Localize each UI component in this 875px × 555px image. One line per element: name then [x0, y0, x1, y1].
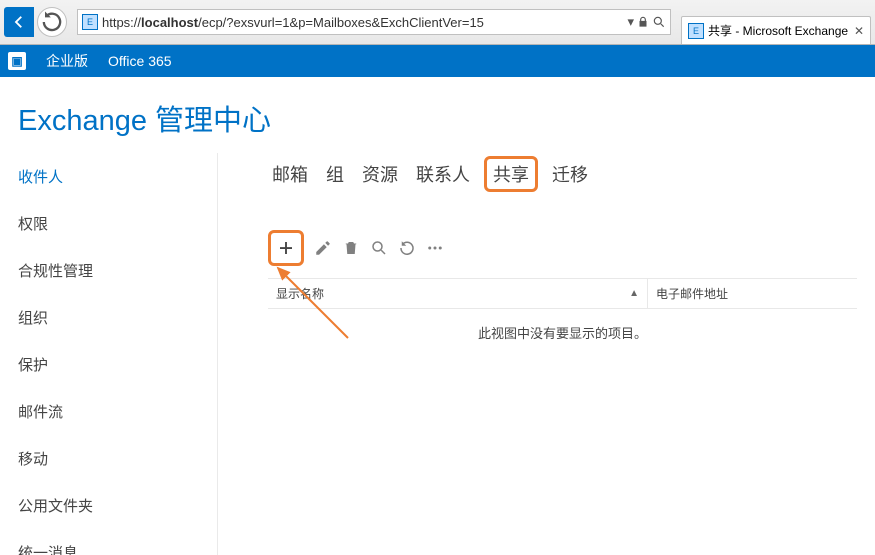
- tab-resources[interactable]: 资源: [358, 159, 402, 189]
- app-ribbon: ▣ 企业版 Office 365: [0, 45, 875, 77]
- content-area: 收件人 权限 合规性管理 组织 保护 邮件流 移动 公用文件夹 统一消息 邮箱 …: [18, 153, 857, 555]
- column-header-displayname[interactable]: 显示名称 ▲: [268, 279, 648, 308]
- search-button[interactable]: [370, 239, 388, 257]
- tab-contacts[interactable]: 联系人: [412, 159, 474, 189]
- sort-asc-icon: ▲: [629, 288, 639, 299]
- plus-icon: [277, 239, 295, 257]
- dropdown-icon[interactable]: ▾: [627, 14, 634, 30]
- sidebar-item-label: 合规性管理: [18, 263, 93, 280]
- tab-mailbox[interactable]: 邮箱: [268, 159, 312, 189]
- sidebar-item-label: 统一消息: [18, 545, 78, 555]
- address-bar[interactable]: E https://localhost/ecp/?exsvurl=1&p=Mai…: [77, 9, 671, 35]
- sidebar-item-mailflow[interactable]: 邮件流: [18, 388, 217, 435]
- more-button[interactable]: [426, 239, 444, 257]
- edition-label: 企业版: [46, 51, 88, 71]
- main-panel: 邮箱 组 资源 联系人 共享 迁移: [218, 153, 857, 356]
- sidebar-item-label: 邮件流: [18, 404, 63, 421]
- sidebar-item-recipients[interactable]: 收件人: [18, 153, 217, 200]
- search-icon[interactable]: [652, 15, 666, 29]
- trash-icon: [342, 239, 360, 257]
- sidebar-item-compliance[interactable]: 合规性管理: [18, 247, 217, 294]
- add-button[interactable]: [277, 239, 295, 257]
- sidebar-item-permissions[interactable]: 权限: [18, 200, 217, 247]
- sidebar: 收件人 权限 合规性管理 组织 保护 邮件流 移动 公用文件夹 统一消息: [18, 153, 218, 555]
- edit-button[interactable]: [314, 239, 332, 257]
- sidebar-item-label: 公用文件夹: [18, 498, 93, 515]
- browser-tab[interactable]: E 共享 - Microsoft Exchange ✕: [681, 16, 871, 44]
- refresh-button[interactable]: [398, 239, 416, 257]
- toolbar: [268, 230, 857, 266]
- sidebar-item-organization[interactable]: 组织: [18, 294, 217, 341]
- page-body: Exchange 管理中心 收件人 权限 合规性管理 组织 保护 邮件流 移动 …: [0, 77, 875, 555]
- grid-header-row: 显示名称 ▲ 电子邮件地址: [268, 279, 857, 309]
- sidebar-item-public-folders[interactable]: 公用文件夹: [18, 482, 217, 529]
- nav-button-group: [4, 7, 67, 37]
- delete-button[interactable]: [342, 239, 360, 257]
- ellipsis-icon: [426, 239, 444, 257]
- column-header-email[interactable]: 电子邮件地址: [648, 279, 857, 308]
- sidebar-item-mobile[interactable]: 移动: [18, 435, 217, 482]
- url-text: https://localhost/ecp/?exsvurl=1&p=Mailb…: [102, 15, 623, 30]
- tab-title: 共享 - Microsoft Exchange: [708, 22, 848, 39]
- tab-favicon-icon: E: [688, 23, 704, 39]
- search-icon: [370, 239, 388, 257]
- refresh-icon: [398, 239, 416, 257]
- grid-empty-message: 此视图中没有要显示的项目。: [268, 309, 857, 356]
- arrow-left-icon: [10, 13, 28, 31]
- browser-chrome: E https://localhost/ecp/?exsvurl=1&p=Mai…: [0, 0, 875, 45]
- refresh-arrow-icon: [38, 8, 66, 36]
- sidebar-item-label: 收件人: [18, 169, 63, 186]
- column-header-label: 显示名称: [276, 285, 324, 302]
- product-label[interactable]: Office 365: [108, 53, 172, 69]
- tab-shared[interactable]: 共享: [484, 156, 538, 192]
- sidebar-item-label: 移动: [18, 451, 48, 468]
- close-tab-button[interactable]: ✕: [854, 24, 864, 38]
- back-button[interactable]: [4, 7, 34, 37]
- annotation-highlight: [268, 230, 304, 266]
- sidebar-item-label: 组织: [18, 310, 48, 327]
- office-logo-icon: ▣: [8, 52, 26, 70]
- lock-icon: [636, 15, 650, 29]
- reload-button[interactable]: [37, 7, 67, 37]
- tab-groups[interactable]: 组: [322, 159, 348, 189]
- page-title: Exchange 管理中心: [18, 77, 857, 153]
- address-bar-controls: ▾: [627, 14, 666, 30]
- sidebar-item-label: 权限: [18, 216, 48, 233]
- pencil-icon: [314, 239, 332, 257]
- results-grid: 显示名称 ▲ 电子邮件地址 此视图中没有要显示的项目。: [268, 278, 857, 356]
- tab-migration[interactable]: 迁移: [548, 159, 592, 189]
- sidebar-item-protection[interactable]: 保护: [18, 341, 217, 388]
- browser-tabs: E 共享 - Microsoft Exchange ✕: [681, 0, 871, 44]
- column-header-label: 电子邮件地址: [656, 285, 728, 302]
- sidebar-item-unified-messaging[interactable]: 统一消息: [18, 529, 217, 555]
- sidebar-item-label: 保护: [18, 357, 48, 374]
- site-favicon-icon: E: [82, 14, 98, 30]
- subnav-tabs: 邮箱 组 资源 联系人 共享 迁移: [268, 153, 857, 192]
